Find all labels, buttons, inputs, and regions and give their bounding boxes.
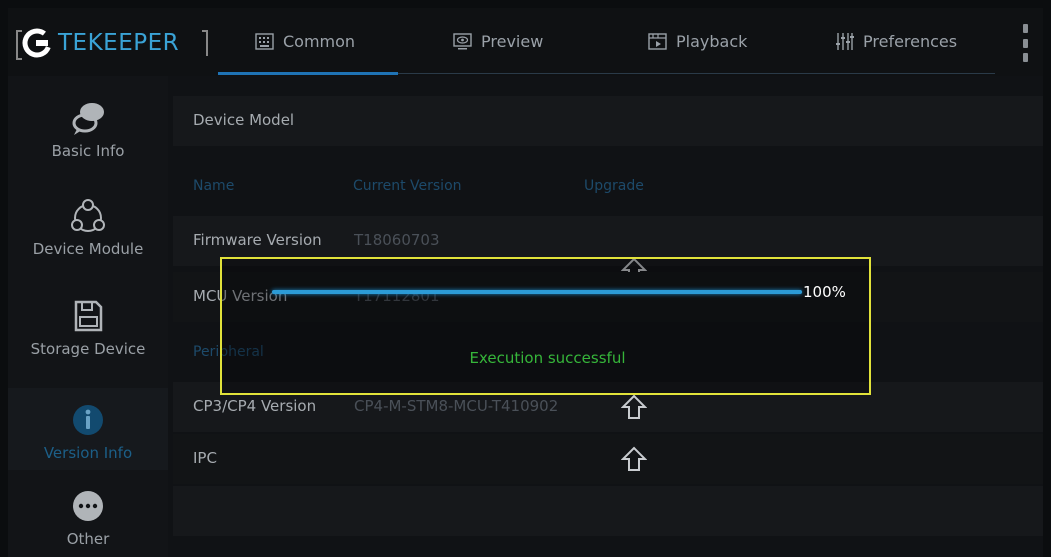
sidebar-item-label: Device Module <box>32 240 144 258</box>
status-message: Execution successful <box>469 349 626 367</box>
tab-preferences[interactable]: Preferences <box>835 26 957 56</box>
sidebar-item-label: Basic Info <box>51 142 125 160</box>
app-window: TEKEEPER Common Preview Playback Prefere… <box>8 8 1043 557</box>
ipc-row: IPC <box>173 434 1043 484</box>
tab-common[interactable]: Common <box>255 26 355 56</box>
tab-preview-label: Preview <box>481 31 544 51</box>
main-tabs: Common Preview Playback Preferences <box>213 8 1003 76</box>
column-name-header: Name <box>193 178 235 194</box>
sidebar-item-label: Version Info <box>43 444 133 462</box>
empty-row <box>173 486 1043 536</box>
firmware-version-value: T18060703 <box>354 231 440 249</box>
sidebar-item-label: Storage Device <box>30 340 146 358</box>
brand-logo: TEKEEPER <box>16 20 208 70</box>
cp-upgrade-icon[interactable] <box>621 394 647 420</box>
device-model-row: Device Model <box>173 96 1043 146</box>
cp-version-label: CP3/CP4 Version <box>193 397 317 415</box>
monitor-eye-icon <box>453 32 472 49</box>
sidebar-item-basic-info[interactable]: Basic Info <box>8 76 168 170</box>
modules-icon <box>71 199 105 232</box>
keyboard-icon <box>255 32 274 50</box>
film-play-icon <box>648 32 667 50</box>
sidebar-item-other[interactable]: Other <box>8 470 168 557</box>
sidebar-item-label: Other <box>66 530 110 548</box>
top-bar: TEKEEPER Common Preview Playback Prefere… <box>8 8 1043 76</box>
logo-mark-icon <box>22 28 52 58</box>
progress-percent: 100% <box>803 283 846 301</box>
tab-common-label: Common <box>283 31 356 51</box>
active-tab-indicator <box>218 72 398 75</box>
cp-version-value: CP4-M-STM8-MCU-T410902 <box>354 397 559 415</box>
device-model-label: Device Model <box>193 111 295 129</box>
progress-bar-fill <box>272 290 802 294</box>
firmware-version-label: Firmware Version <box>193 231 322 249</box>
progress-bar <box>272 290 802 294</box>
sidebar: Basic Info Device Module Storage Device <box>8 76 168 557</box>
column-upgrade-header: Upgrade <box>584 178 644 194</box>
chat-bubbles-icon <box>72 103 104 135</box>
sidebar-item-version-info[interactable]: Version Info <box>8 388 168 470</box>
floppy-icon <box>74 300 103 332</box>
tab-playback[interactable]: Playback <box>648 26 747 56</box>
tab-preferences-label: Preferences <box>863 31 958 51</box>
logo-bracket-right <box>202 30 208 56</box>
ipc-label: IPC <box>193 449 217 467</box>
more-icon <box>73 491 103 521</box>
tab-playback-label: Playback <box>676 31 748 51</box>
upgrade-progress-dialog: 100% Execution successful <box>220 257 871 395</box>
logo-text: TEKEEPER <box>58 30 180 56</box>
ipc-upgrade-icon[interactable] <box>621 446 647 472</box>
sidebar-item-device-module[interactable]: Device Module <box>8 170 168 264</box>
info-icon <box>73 405 103 435</box>
more-menu-icon[interactable] <box>1023 24 1029 62</box>
column-current-version-header: Current Version <box>353 178 462 194</box>
sidebar-item-storage-device[interactable]: Storage Device <box>8 264 168 358</box>
tab-preview[interactable]: Preview <box>453 26 543 56</box>
sliders-icon <box>836 32 854 50</box>
header-divider <box>398 73 995 74</box>
